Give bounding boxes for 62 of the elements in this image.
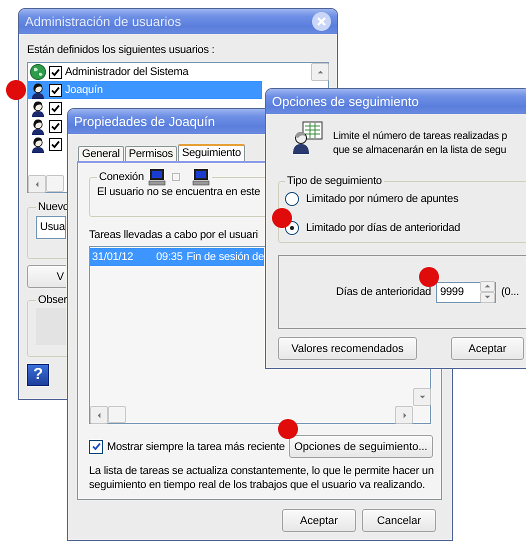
radio-button[interactable] (285, 192, 299, 206)
user-name: Joaquín (65, 84, 103, 96)
scroll-up-button[interactable] (311, 63, 329, 81)
help-icon[interactable]: ? (27, 364, 49, 386)
list-label: Están definidos los siguientes usuarios : (27, 44, 214, 56)
task-date: 31/01/12 (92, 251, 134, 263)
tracking-options-button[interactable]: Opciones de seguimiento... (288, 435, 433, 458)
close-icon (317, 17, 326, 26)
dialog-button[interactable]: Cancelar (362, 509, 436, 532)
group-label: Tipo de seguimiento (286, 175, 383, 187)
link-indicator (172, 173, 180, 181)
info-text: La lista de tareas se actualiza constantemente, lo que le permite hacer un seguimiento en tiempo real de los trabajos que el usuario va realizando. (89, 464, 434, 492)
tab[interactable]: Permisos (124, 146, 177, 161)
person-icon (30, 100, 46, 116)
checkbox[interactable] (49, 102, 62, 114)
checkbox[interactable] (49, 138, 62, 150)
name-field[interactable]: Usua (36, 216, 66, 239)
days-field[interactable]: 9999 (436, 282, 496, 302)
list-label: Tareas llevadas a cabo por el usuari (89, 229, 258, 241)
checkbox-label: Mostrar siempre la tarea más reciente (107, 440, 285, 452)
range-text: (0... (501, 286, 520, 298)
description-text: que se almacenarán en la lista de segu (333, 144, 508, 158)
tab[interactable]: Seguimiento (178, 144, 245, 161)
checkbox[interactable] (89, 440, 103, 454)
person-icon (30, 118, 46, 134)
window-title: Administración de usuarios (25, 14, 182, 29)
person-icon (30, 82, 46, 98)
task-description: Fin de sesión de (186, 251, 264, 263)
notes-field[interactable] (36, 308, 66, 345)
task-time: 09:35 (156, 251, 183, 263)
view-button[interactable]: V (27, 265, 66, 288)
field-label: Días de anterioridad (336, 286, 432, 298)
globe-icon (30, 64, 46, 80)
user-row[interactable]: Administrador del Sistema (28, 63, 311, 81)
status-text: El usuario no se encuentra en este (97, 186, 260, 198)
radio-label: Limitado por número de apuntes (306, 193, 458, 205)
group-label: Conexión (99, 171, 144, 183)
checkbox[interactable] (49, 84, 62, 96)
person-icon (30, 136, 46, 152)
scroll-thumb[interactable] (108, 406, 126, 423)
scroll-left-button[interactable] (90, 406, 108, 424)
computer-icon (148, 168, 166, 186)
scroll-right-button[interactable] (395, 406, 413, 424)
computer-icon (192, 168, 210, 186)
scroll-thumb[interactable] (46, 175, 64, 192)
spin-down-button[interactable] (480, 292, 496, 303)
radio-label: Limitado por días de anterioridad (306, 222, 460, 234)
window-title: Propiedades de Joaquín (74, 114, 216, 129)
scroll-left-button[interactable] (28, 175, 46, 193)
user-name: Administrador del Sistema (65, 66, 188, 78)
checkbox[interactable] (49, 66, 62, 78)
description-text: Limite el número de tareas realizadas p (333, 130, 508, 144)
annotation-dot (6, 80, 26, 100)
dialog-button[interactable]: Aceptar (451, 337, 524, 360)
window-title: Opciones de seguimiento (272, 94, 420, 109)
group-label: Obser (37, 294, 68, 306)
person-at-screen-icon (291, 121, 323, 155)
dialog-button[interactable]: Aceptar (282, 509, 356, 532)
tab[interactable]: General (78, 146, 124, 161)
spin-up-button[interactable] (480, 281, 496, 292)
checkbox[interactable] (49, 120, 62, 132)
dialog-button[interactable]: Valores recomendados (278, 337, 417, 360)
